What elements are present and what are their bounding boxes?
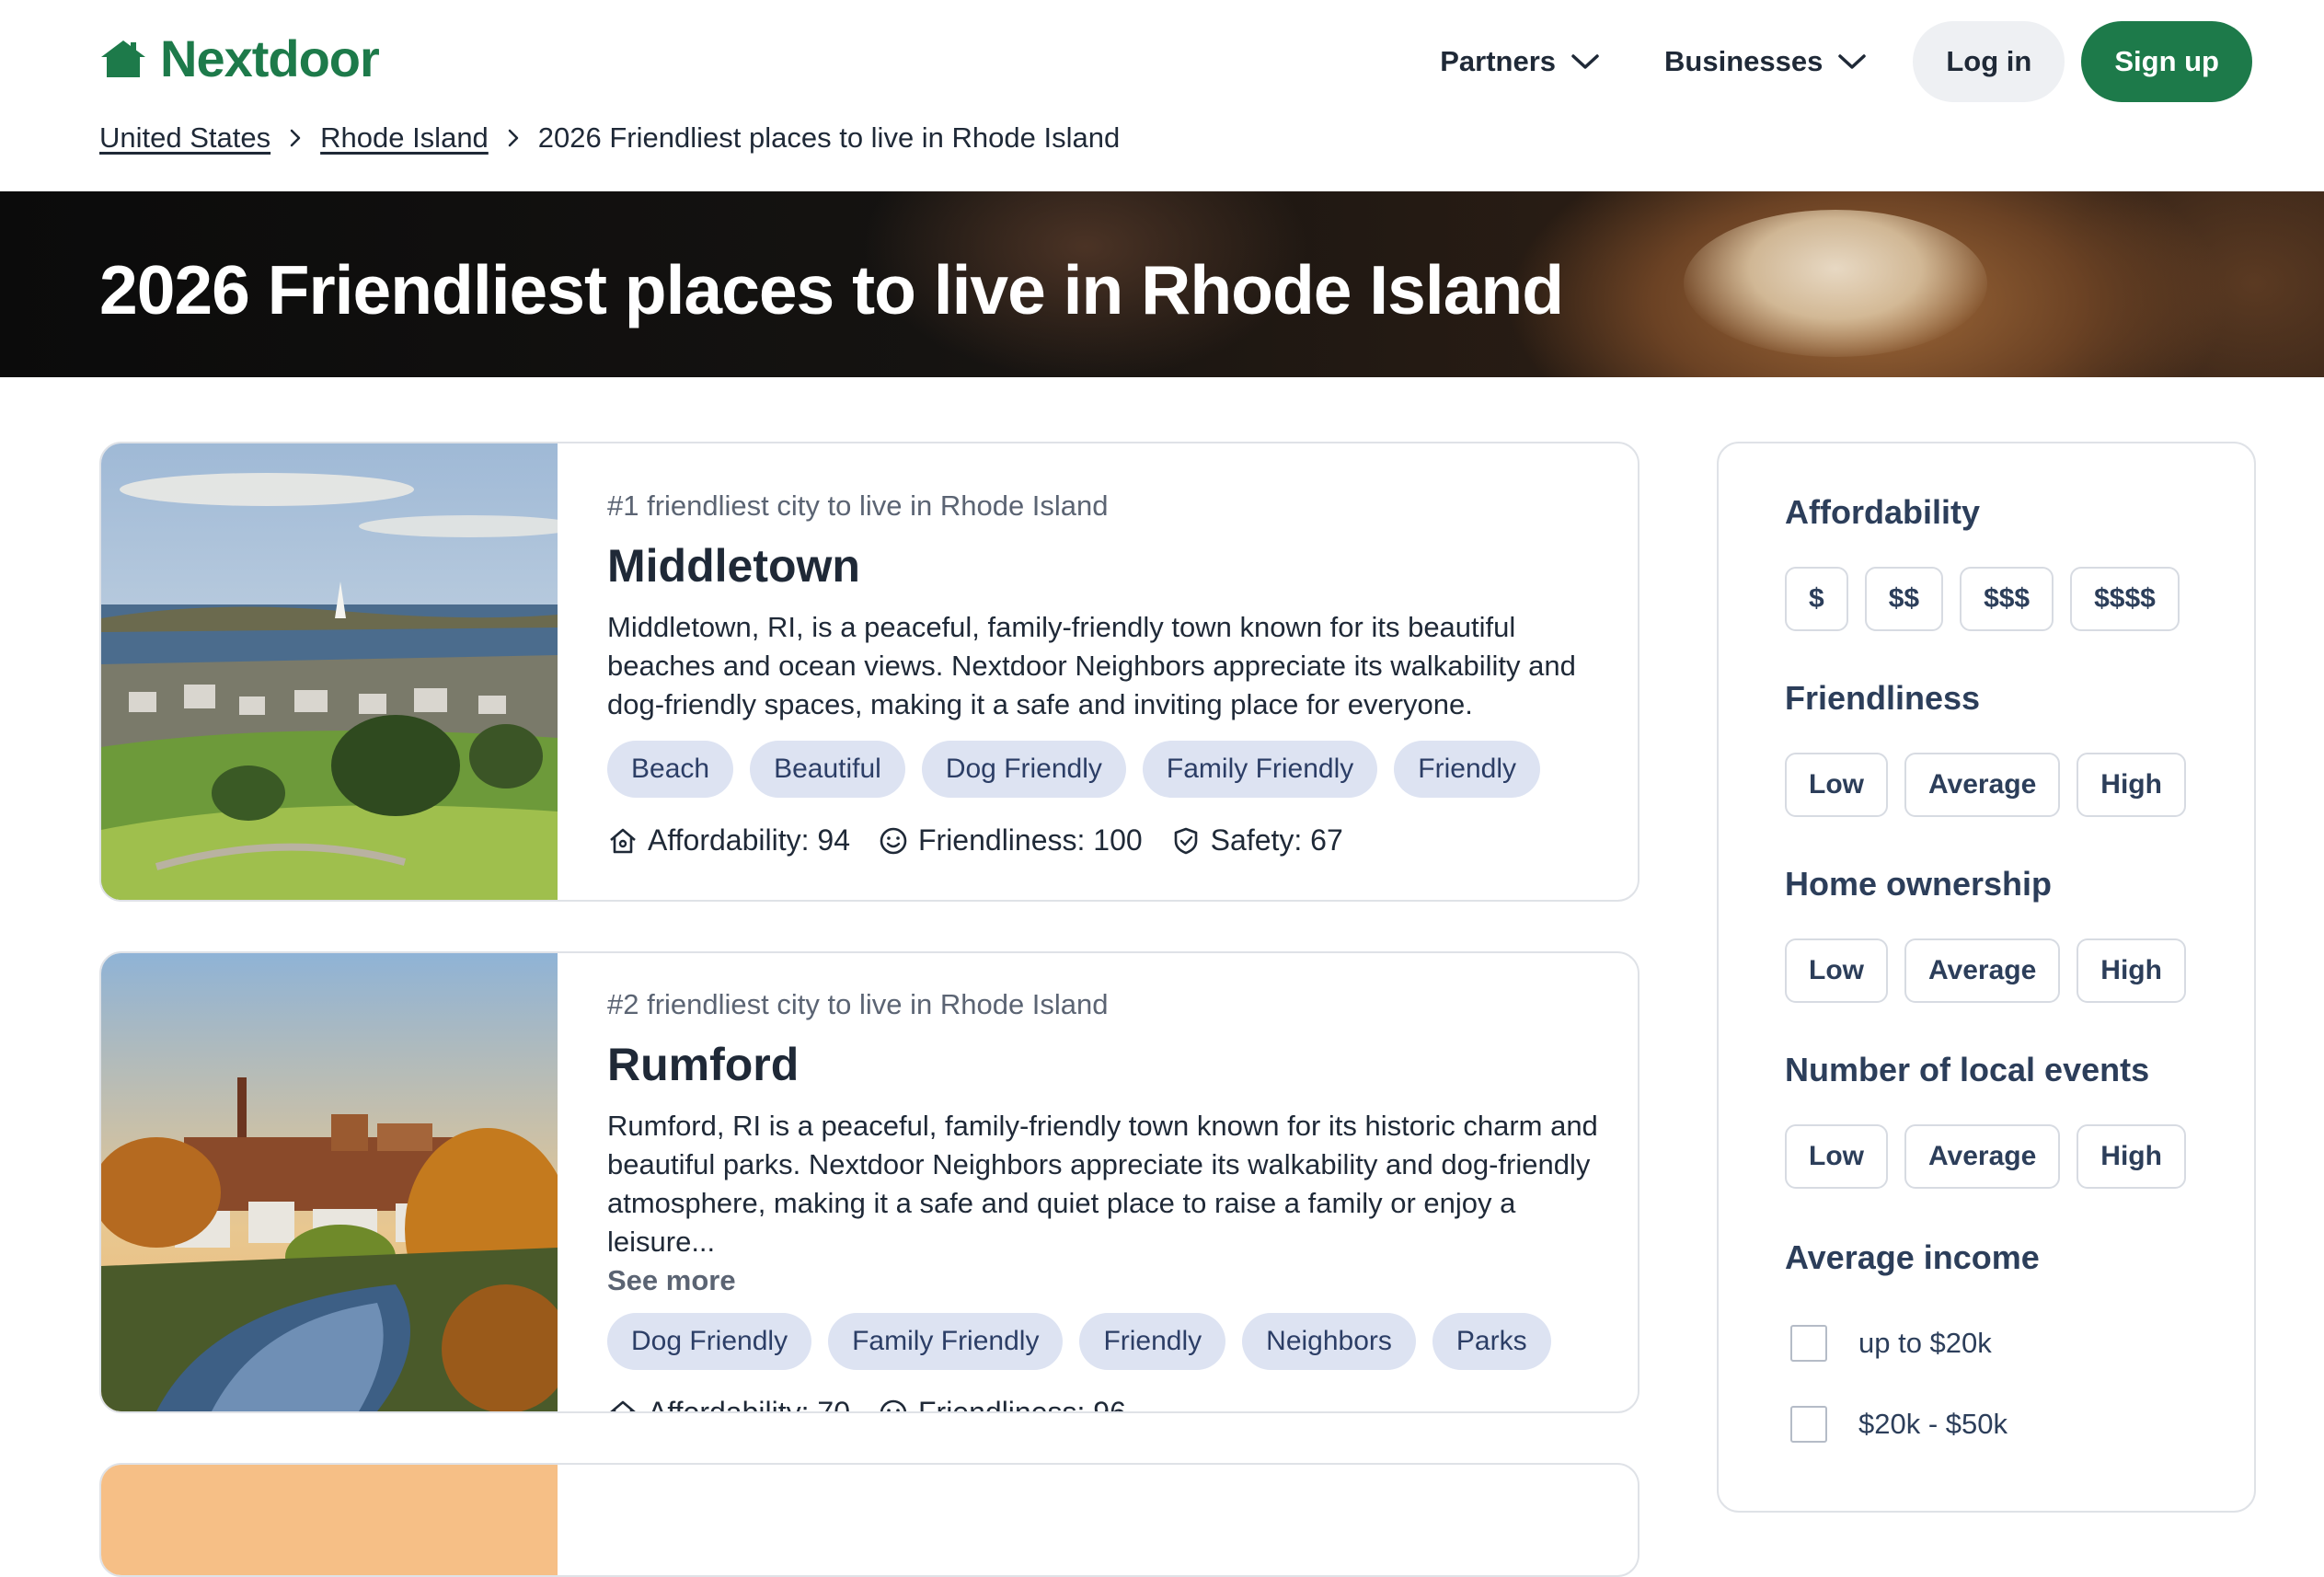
- home-ownership-low[interactable]: Low: [1785, 938, 1888, 1003]
- house-tag-icon: [610, 828, 636, 853]
- smiley-icon: [880, 1399, 907, 1411]
- friendliness-stat: Friendliness: 96: [878, 1396, 1126, 1413]
- tag[interactable]: Family Friendly: [828, 1313, 1064, 1370]
- city-name[interactable]: Middletown: [607, 541, 1605, 592]
- businesses-label: Businesses: [1664, 45, 1824, 77]
- city-photo: [101, 1465, 558, 1575]
- income-filter-title: Average income: [1785, 1238, 2040, 1276]
- rank-label: #1 friendliest city to live in Rhode Isl…: [607, 489, 1109, 522]
- affordability-filter-title: Affordability: [1785, 493, 1980, 531]
- safety-stat: Safety: 67: [1170, 823, 1343, 858]
- house-tag-icon: [610, 1400, 636, 1411]
- home-ownership-filter-title: Home ownership: [1785, 865, 2053, 903]
- partners-dropdown[interactable]: Partners: [1440, 45, 1600, 78]
- tag[interactable]: Dog Friendly: [921, 741, 1126, 798]
- city-description: Middletown, RI, is a peaceful, family-fr…: [607, 611, 1576, 720]
- income-option-label: $20k - $50k: [1858, 1408, 2008, 1440]
- safety-value: Safety: 67: [1210, 823, 1343, 857]
- tag[interactable]: Beach: [607, 741, 734, 798]
- local-events-low[interactable]: Low: [1785, 1124, 1888, 1189]
- affordability-options: $ $$ $$$ $$$$: [1785, 567, 2180, 631]
- rumford-photo: [101, 953, 558, 1411]
- income-option[interactable]: $20k - $50k: [1790, 1406, 2008, 1443]
- smiley-icon: [880, 827, 907, 854]
- coffee-latte-art-image: [1684, 210, 1987, 357]
- home-ownership-high[interactable]: High: [2077, 938, 2186, 1003]
- local-events-filter-title: Number of local events: [1785, 1051, 2150, 1088]
- nextdoor-logo[interactable]: Nextdoor: [99, 29, 380, 88]
- tag[interactable]: Dog Friendly: [607, 1313, 812, 1370]
- top-nav: Partners Businesses Log in Sign up: [1440, 20, 2252, 103]
- see-more-link[interactable]: See more: [607, 1261, 1605, 1300]
- shield-check-icon: [1174, 827, 1197, 854]
- affordability-stat: Affordability: 70: [607, 1396, 850, 1413]
- city-name[interactable]: Rumford: [607, 1040, 1605, 1090]
- rank-label: #2 friendliest city to live in Rhode Isl…: [607, 988, 1109, 1020]
- city-description: Rumford, RI is a peaceful, family-friend…: [607, 1110, 1598, 1258]
- card-body: #2 friendliest city to live in Rhode Isl…: [607, 953, 1605, 1413]
- friendliness-stat: Friendliness: 100: [878, 823, 1143, 858]
- filter-panel: Affordability $ $$ $$$ $$$$ Friendliness…: [1717, 442, 2256, 1513]
- chevron-down-icon: [1838, 54, 1867, 69]
- page-title: 2026 Friendliest places to live in Rhode…: [99, 251, 1564, 328]
- city-card-middletown[interactable]: #1 friendliest city to live in Rhode Isl…: [99, 442, 1639, 902]
- local-events-average[interactable]: Average: [1904, 1124, 2061, 1189]
- local-events-options: Low Average High: [1785, 1124, 2186, 1189]
- businesses-dropdown[interactable]: Businesses: [1664, 45, 1867, 78]
- tag[interactable]: Friendly: [1394, 741, 1540, 798]
- affordability-option-2[interactable]: $$: [1864, 567, 1944, 631]
- local-events-high[interactable]: High: [2077, 1124, 2186, 1189]
- card-body: #1 friendliest city to live in Rhode Isl…: [607, 443, 1605, 858]
- breadcrumb-link-rhode-island[interactable]: Rhode Island: [320, 121, 489, 155]
- partners-label: Partners: [1440, 45, 1557, 77]
- checkbox[interactable]: [1790, 1325, 1827, 1362]
- affordability-option-4[interactable]: $$$$: [2070, 567, 2180, 631]
- affordability-option-3[interactable]: $$$: [1960, 567, 2054, 631]
- friendliness-average[interactable]: Average: [1904, 753, 2061, 817]
- stat-row: Affordability: 94 Friendliness: 100 Safe…: [607, 823, 1605, 858]
- house-icon: [101, 40, 145, 77]
- hero-banner: 2026 Friendliest places to live in Rhode…: [0, 191, 2324, 377]
- affordability-value: Affordability: 70: [648, 1396, 850, 1413]
- tag[interactable]: Friendly: [1079, 1313, 1226, 1370]
- home-ownership-options: Low Average High: [1785, 938, 2186, 1003]
- tag[interactable]: Neighbors: [1242, 1313, 1416, 1370]
- city-card-third[interactable]: [99, 1463, 1639, 1577]
- home-ownership-average[interactable]: Average: [1904, 938, 2061, 1003]
- login-button[interactable]: Log in: [1913, 21, 2065, 102]
- middletown-photo: [101, 443, 558, 900]
- city-card-rumford[interactable]: #2 friendliest city to live in Rhode Isl…: [99, 951, 1639, 1413]
- tag[interactable]: Beautiful: [750, 741, 905, 798]
- logo-text: Nextdoor: [160, 29, 380, 87]
- friendliness-filter-title: Friendliness: [1785, 679, 1981, 717]
- friendliness-options: Low Average High: [1785, 753, 2186, 817]
- breadcrumb-current: 2026 Friendliest places to live in Rhode…: [537, 121, 1121, 154]
- checkbox[interactable]: [1790, 1406, 1827, 1443]
- tag-list: Dog Friendly Family Friendly Friendly Ne…: [607, 1313, 1605, 1370]
- affordability-stat: Affordability: 94: [607, 823, 850, 858]
- breadcrumb: United States Rhode Island 2026 Friendli…: [99, 118, 1120, 158]
- friendliness-value: Friendliness: 96: [917, 1396, 1126, 1413]
- affordability-option-1[interactable]: $: [1785, 567, 1848, 631]
- chevron-down-icon: [1571, 54, 1599, 69]
- chevron-right-icon: [290, 129, 301, 147]
- breadcrumb-link-united-states[interactable]: United States: [99, 121, 270, 155]
- tag[interactable]: Family Friendly: [1142, 741, 1378, 798]
- friendliness-value: Friendliness: 100: [917, 823, 1143, 857]
- income-option-label: up to $20k: [1858, 1327, 1992, 1359]
- chevron-right-icon: [508, 129, 519, 147]
- friendliness-low[interactable]: Low: [1785, 753, 1888, 817]
- tag[interactable]: Parks: [1432, 1313, 1551, 1370]
- friendliness-high[interactable]: High: [2077, 753, 2186, 817]
- signup-button[interactable]: Sign up: [2081, 21, 2252, 102]
- affordability-value: Affordability: 94: [648, 823, 850, 857]
- stat-row: Affordability: 70 Friendliness: 96: [607, 1396, 1605, 1413]
- tag-list: Beach Beautiful Dog Friendly Family Frie…: [607, 741, 1605, 798]
- income-option[interactable]: up to $20k: [1790, 1325, 1992, 1362]
